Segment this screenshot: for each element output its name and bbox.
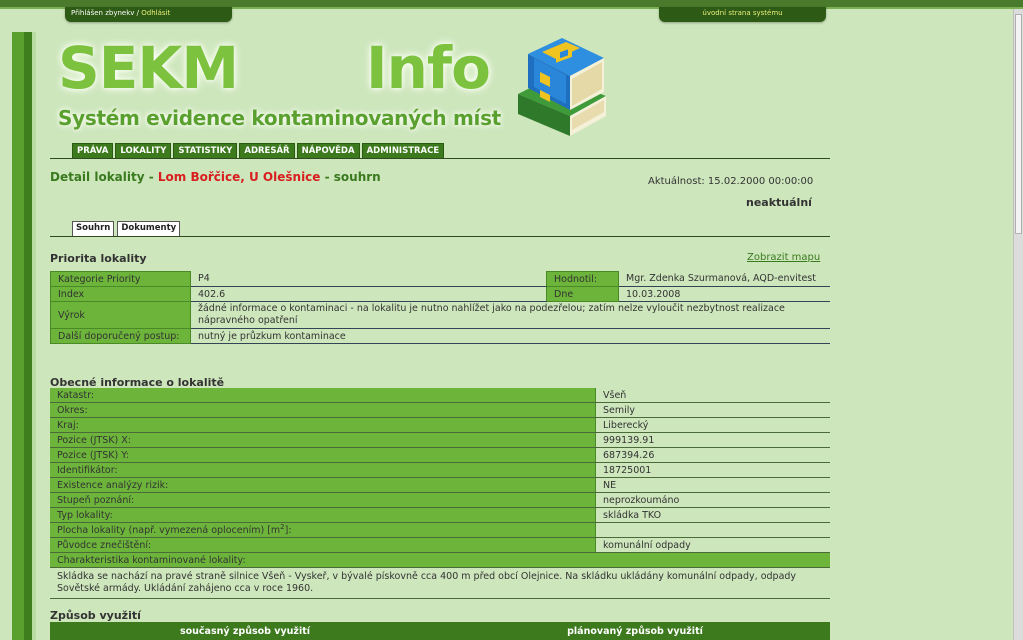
table-row: Kraj: Liberecký bbox=[50, 417, 830, 433]
identifikator-label: Identifikátor: bbox=[50, 462, 596, 478]
vyuziti-table: současný způsob využití plánovaný způsob… bbox=[50, 622, 830, 640]
table-row: Typ lokality: skládka TKO bbox=[50, 507, 830, 523]
postup-label: Další doporučený postup: bbox=[50, 328, 191, 344]
analyza-rizik-value: NE bbox=[595, 477, 830, 493]
table-row: Původce znečištění: komunální odpady bbox=[50, 537, 830, 553]
menu-lokality[interactable]: LOKALITY bbox=[115, 143, 172, 159]
left-stripe-light bbox=[32, 32, 36, 640]
hodnotil-value: Mgr. Zdenka Szurmanová, AQD-envitest bbox=[618, 271, 830, 287]
table-row: Pozice (JTSK) Y: 687394.26 bbox=[50, 447, 830, 463]
katastr-value: Všeň bbox=[595, 388, 830, 403]
menu-napoveda[interactable]: NÁPOVĚDA bbox=[296, 143, 360, 159]
vyrok-label: Výrok bbox=[50, 301, 191, 329]
logo-sekm: SEKM bbox=[58, 34, 239, 102]
detail-tabs: Souhrn Dokumenty bbox=[72, 221, 181, 237]
vyuziti-planned-header: plánovaný způsob využití bbox=[440, 622, 830, 640]
obecne-table: Katastr: Všeň Okres: Semily Kraj: Liberecký… bbox=[50, 388, 830, 599]
katastr-label: Katastr: bbox=[50, 388, 596, 403]
puvodce-label: Původce znečištění: bbox=[50, 537, 596, 553]
priorita-heading: Priorita lokality bbox=[50, 252, 147, 265]
dne-value: 10.03.2008 bbox=[618, 286, 830, 302]
table-row: Okres: Semily bbox=[50, 402, 830, 418]
table-row: Charakteristika kontaminované lokality: bbox=[50, 552, 830, 568]
logo-info: Info bbox=[366, 34, 491, 102]
scrollbar-thumb[interactable] bbox=[1015, 14, 1022, 234]
vyuziti-current-header: současný způsob využití bbox=[50, 622, 440, 640]
kategorie-label: Kategorie Priority bbox=[50, 271, 191, 287]
charakteristika-value: Skládka se nachází na pravé straně silni… bbox=[50, 567, 830, 599]
index-label: Index bbox=[50, 286, 191, 302]
page-title-suffix: - souhrn bbox=[320, 170, 381, 184]
aktualnost-text: Aktuálnost: 15.02.2000 00:00:00 bbox=[648, 176, 814, 187]
pozice-x-label: Pozice (JTSK) X: bbox=[50, 432, 596, 448]
charakteristika-label: Charakteristika kontaminované lokality: bbox=[50, 552, 830, 568]
tab-souhrn[interactable]: Souhrn bbox=[72, 221, 115, 237]
tab-dokumenty[interactable]: Dokumenty bbox=[117, 221, 181, 237]
vyrok-value: žádné informace o kontaminaci - na lokal… bbox=[190, 301, 830, 329]
pozice-y-value: 687394.26 bbox=[595, 447, 830, 463]
table-row: Pozice (JTSK) X: 999139.91 bbox=[50, 432, 830, 448]
login-status: Přihlášen zbynekv / Odhlásit bbox=[65, 7, 232, 22]
identifikator-value: 18725001 bbox=[595, 462, 830, 478]
vyuziti-heading: Způsob využití bbox=[50, 609, 141, 622]
login-separator: / bbox=[136, 9, 140, 17]
logout-link[interactable]: Odhlásit bbox=[141, 9, 170, 17]
page-title-prefix: Detail lokality - bbox=[50, 170, 158, 184]
analyza-rizik-label: Existence analýzy rizik: bbox=[50, 477, 596, 493]
plocha-value bbox=[595, 522, 830, 538]
hodnotil-label: Hodnotil: bbox=[546, 271, 619, 287]
menu-adresar[interactable]: ADRESÁŘ bbox=[239, 143, 295, 159]
top-bar bbox=[0, 0, 1023, 7]
plocha-label: Plocha lokality (např. vymezená oplocení… bbox=[50, 522, 596, 538]
menu-statistiky[interactable]: STATISTIKY bbox=[173, 143, 238, 159]
status-text: neaktuální bbox=[746, 196, 812, 209]
locality-name: Lom Bořčice, U Olešnice bbox=[157, 170, 321, 184]
table-row: Skládka se nachází na pravé straně silni… bbox=[50, 567, 830, 599]
logo-subtitle: Systém evidence kontaminovaných míst bbox=[58, 106, 501, 130]
plocha-label-end: ]: bbox=[284, 525, 292, 537]
home-link[interactable]: úvodní strana systému bbox=[659, 7, 826, 22]
typ-lokality-value: skládka TKO bbox=[595, 507, 830, 523]
table-row: Identifikátor: 18725001 bbox=[50, 462, 830, 478]
okres-value: Semily bbox=[595, 402, 830, 418]
pozice-y-label: Pozice (JTSK) Y: bbox=[50, 447, 596, 463]
table-row: Stupeň poznání: neprozkoumáno bbox=[50, 492, 830, 508]
menu-divider bbox=[50, 158, 830, 159]
priorita-table: Kategorie Priority P4 Hodnotil: Mgr. Zde… bbox=[50, 271, 830, 344]
kategorie-value: P4 bbox=[190, 271, 547, 287]
okres-label: Okres: bbox=[50, 402, 596, 418]
left-stripe-dark bbox=[24, 32, 32, 640]
stack-of-books-icon bbox=[518, 38, 606, 136]
table-row: Existence analýzy rizik: NE bbox=[50, 477, 830, 493]
table-row: Katastr: Všeň bbox=[50, 388, 830, 403]
kraj-label: Kraj: bbox=[50, 417, 596, 433]
kraj-value: Liberecký bbox=[595, 417, 830, 433]
stupen-poznani-label: Stupeň poznání: bbox=[50, 492, 596, 508]
table-row: Plocha lokality (např. vymezená oplocení… bbox=[50, 522, 830, 538]
pozice-x-value: 999139.91 bbox=[595, 432, 830, 448]
postup-value: nutný je průzkum kontaminace bbox=[190, 328, 830, 344]
dne-label: Dne bbox=[546, 286, 619, 302]
show-map-link[interactable]: Zobrazit mapu bbox=[747, 252, 820, 263]
page-title: Detail lokality - Lom Bořčice, U Olešnic… bbox=[50, 170, 381, 184]
login-text: Přihlášen zbynekv bbox=[71, 9, 135, 17]
menu-prava[interactable]: PRÁVA bbox=[72, 143, 114, 159]
index-value: 402.6 bbox=[190, 286, 547, 302]
puvodce-value: komunální odpady bbox=[595, 537, 830, 553]
tabs-divider bbox=[50, 236, 830, 237]
menu-administrace[interactable]: ADMINISTRACE bbox=[361, 143, 445, 159]
plocha-label-text: Plocha lokality (např. vymezená oplocení… bbox=[57, 525, 281, 537]
main-menu: PRÁVA LOKALITY STATISTIKY ADRESÁŘ NÁPOVĚ… bbox=[72, 143, 445, 159]
typ-lokality-label: Typ lokality: bbox=[50, 507, 596, 523]
left-stripe bbox=[12, 32, 24, 640]
stupen-poznani-value: neprozkoumáno bbox=[595, 492, 830, 508]
